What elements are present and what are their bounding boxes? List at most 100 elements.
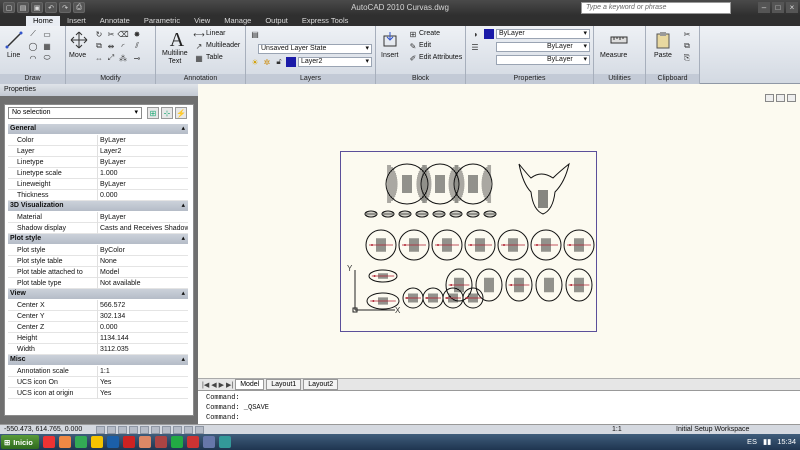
ellipse-icon[interactable]: ⬭ [42, 53, 52, 63]
create-label[interactable]: Create [419, 30, 440, 37]
firefox-icon[interactable] [58, 436, 71, 448]
circle-icon[interactable]: ◯ [28, 41, 38, 51]
viewport-restore-icon[interactable] [776, 94, 785, 102]
osnap-icon[interactable] [140, 426, 149, 434]
property-value[interactable]: Casts and Receives Shadows [97, 223, 188, 234]
command-prompt[interactable]: Command: [206, 413, 792, 423]
network-icon[interactable]: ▮▮ [763, 437, 771, 446]
property-row[interactable]: Linetype ByLayer [8, 157, 188, 168]
sun-icon[interactable]: ✲ [262, 57, 272, 67]
property-row[interactable]: Plot style table None [8, 256, 188, 267]
clock[interactable]: 15:34 [777, 437, 796, 446]
workspace-switch[interactable]: Initial Setup Workspace [676, 426, 749, 433]
join-icon[interactable]: ⊸ [132, 53, 142, 63]
chrome-icon[interactable] [42, 436, 55, 448]
polyline-icon[interactable]: ⟋ [28, 29, 38, 39]
property-row[interactable]: Plot table attached to Model [8, 267, 188, 278]
last-tab-icon[interactable]: ▶| [226, 381, 233, 389]
property-value[interactable]: 566.572 [97, 300, 188, 311]
property-row[interactable]: Center Y 302.134 [8, 311, 188, 322]
measure-icon[interactable] [608, 29, 630, 51]
property-value[interactable]: Yes [97, 388, 188, 399]
layer-dropdown[interactable]: Layer2 [298, 57, 372, 67]
property-row[interactable]: Center Z 0.000 [8, 322, 188, 333]
layer-properties-icon[interactable]: ▤ [250, 29, 260, 39]
create-block-icon[interactable]: ⊞ [408, 29, 418, 39]
tab-insert[interactable]: Insert [60, 16, 93, 26]
word-icon[interactable] [106, 436, 119, 448]
match-icon[interactable]: ⎘ [682, 53, 692, 63]
tab-view[interactable]: View [187, 16, 217, 26]
properties-palette-title[interactable]: Properties [0, 84, 198, 96]
toggle-pickadd-icon[interactable]: ⊞ [147, 107, 159, 119]
property-value[interactable]: Not available [97, 278, 188, 289]
table-label[interactable]: Table [206, 54, 223, 61]
property-row[interactable]: Height 1134.144 [8, 333, 188, 344]
property-value[interactable]: ByLayer [97, 157, 188, 168]
selection-dropdown[interactable]: No selection [8, 107, 142, 119]
hatch-icon[interactable]: ▦ [42, 41, 52, 51]
explorer-icon[interactable] [90, 436, 103, 448]
polar-icon[interactable] [129, 426, 138, 434]
section-header[interactable]: View [8, 289, 188, 299]
copy-icon[interactable]: ⧉ [94, 41, 104, 51]
folder-icon[interactable] [218, 436, 231, 448]
property-value[interactable]: None [97, 256, 188, 267]
property-row[interactable]: Width 3112.035 [8, 344, 188, 355]
layers-panel-title[interactable]: Layers [246, 74, 375, 84]
utilities-panel-title[interactable]: Utilities [594, 74, 645, 84]
annotation-scale[interactable]: 1:1 [612, 426, 622, 433]
start-button[interactable]: ⊞ Inicio [1, 435, 39, 449]
section-header[interactable]: General [8, 124, 188, 134]
tab-layout1[interactable]: Layout1 [266, 379, 302, 390]
section-header[interactable]: Plot style [8, 234, 188, 244]
tab-model[interactable]: Model [235, 379, 265, 390]
quick-select-icon[interactable]: ⚡ [175, 107, 187, 119]
tab-manage[interactable]: Manage [217, 16, 258, 26]
property-row[interactable]: UCS icon at origin Yes [8, 388, 188, 399]
property-row[interactable]: Plot style ByColor [8, 245, 188, 256]
mirror-icon[interactable]: ⇹ [106, 41, 116, 51]
move-icon[interactable] [68, 29, 90, 51]
search-input[interactable]: Type a keyword or phrase [581, 2, 731, 14]
section-header[interactable]: Misc [8, 355, 188, 365]
media-icon[interactable] [186, 436, 199, 448]
property-value[interactable]: 1.000 [97, 168, 188, 179]
excel-icon[interactable] [170, 436, 183, 448]
grid-icon[interactable] [107, 426, 116, 434]
fillet-icon[interactable]: ◜ [118, 41, 128, 51]
edit-attributes-icon[interactable]: ✐ [408, 53, 418, 63]
tab-layout2[interactable]: Layout2 [303, 379, 339, 390]
property-value[interactable]: 0.000 [97, 322, 188, 333]
multiline-text-icon[interactable]: A [166, 29, 188, 51]
property-row[interactable]: Layer Layer2 [8, 146, 188, 157]
rotate-icon[interactable]: ↻ [94, 29, 104, 39]
property-row[interactable]: Lineweight ByLayer [8, 179, 188, 190]
trim-icon[interactable]: ✂ [106, 29, 116, 39]
edit-attributes-label[interactable]: Edit Attributes [419, 54, 462, 61]
ducs-icon[interactable] [162, 426, 171, 434]
maximize-icon[interactable]: □ [772, 2, 784, 13]
property-row[interactable]: Annotation scale 1:1 [8, 366, 188, 377]
list-icon[interactable]: ☰ [470, 42, 480, 52]
qp-icon[interactable] [195, 426, 204, 434]
dimension-linear-icon[interactable]: ⟷ [193, 29, 204, 39]
paste-icon[interactable] [652, 29, 674, 51]
minimize-icon[interactable]: – [758, 2, 770, 13]
close-icon[interactable]: × [786, 2, 798, 13]
insert-icon[interactable] [380, 29, 402, 51]
property-row[interactable]: Material ByLayer [8, 212, 188, 223]
properties-panel-title[interactable]: Properties [466, 74, 593, 84]
lightbulb-icon[interactable]: ☀ [250, 57, 260, 67]
section-header[interactable]: 3D Visualization [8, 201, 188, 211]
tab-output[interactable]: Output [258, 16, 295, 26]
array-icon[interactable]: ⁂ [118, 53, 128, 63]
first-tab-icon[interactable]: |◀ [202, 381, 209, 389]
arc-icon[interactable]: ◠ [28, 53, 38, 63]
edit-block-icon[interactable]: ✎ [408, 41, 418, 51]
multileader-label[interactable]: Multileader [206, 42, 240, 49]
acrobat-icon[interactable] [122, 436, 135, 448]
property-value[interactable]: Model [97, 267, 188, 278]
offset-icon[interactable]: ⫽ [132, 41, 142, 51]
property-row[interactable]: Thickness 0.000 [8, 190, 188, 201]
